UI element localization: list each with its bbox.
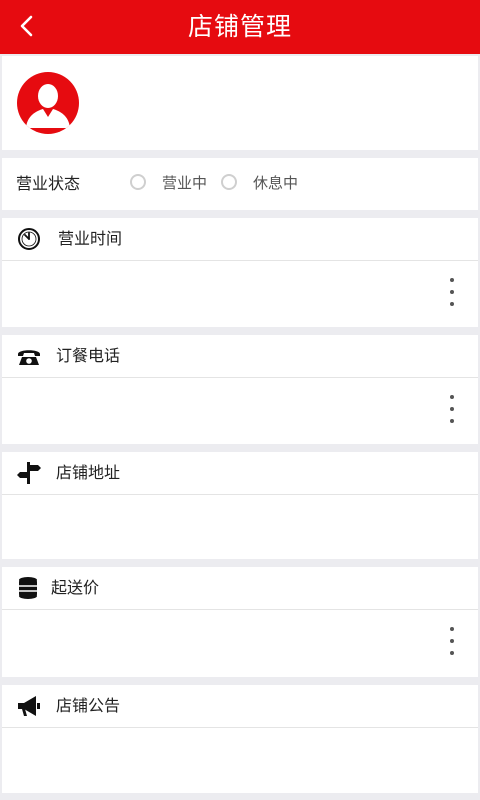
section-header: 订餐电话 (2, 335, 478, 378)
section-header: 起送价 (2, 567, 478, 610)
section-content[interactable] (2, 378, 478, 444)
radio-circle-icon (221, 174, 237, 190)
avatar[interactable] (17, 72, 79, 134)
section-title: 店铺地址 (56, 463, 121, 482)
section-title: 营业时间 (58, 229, 123, 248)
more-vertical-icon[interactable] (448, 395, 456, 427)
section-title: 店铺公告 (56, 696, 121, 715)
phone-icon (18, 350, 40, 365)
section-store-address: 店铺地址 (2, 452, 478, 559)
more-vertical-icon[interactable] (448, 627, 456, 659)
section-content[interactable] (2, 728, 478, 794)
section-min-order-price: 起送价 (2, 567, 478, 677)
section-content[interactable] (2, 495, 478, 561)
section-title: 订餐电话 (56, 346, 121, 365)
section-header: 店铺公告 (2, 685, 478, 728)
radio-circle-icon (130, 174, 146, 190)
coins-stack-icon (19, 577, 37, 599)
section-content[interactable] (2, 261, 478, 327)
section-content[interactable] (2, 610, 478, 676)
user-silhouette-icon (26, 84, 70, 128)
more-vertical-icon[interactable] (448, 278, 456, 310)
section-store-notice: 店铺公告 (2, 685, 478, 793)
section-header: 店铺地址 (2, 452, 478, 495)
section-header: 营业时间 (2, 218, 478, 261)
business-status-label: 营业状态 (16, 174, 81, 193)
section-business-hours: 营业时间 (2, 218, 478, 327)
avatar-card (2, 56, 478, 150)
signpost-icon (17, 462, 41, 484)
clock-icon (18, 228, 40, 250)
section-title: 起送价 (51, 578, 100, 597)
app-header: 店铺管理 (0, 0, 480, 54)
megaphone-icon (18, 696, 40, 716)
status-closed-label: 休息中 (253, 174, 299, 192)
section-order-phone: 订餐电话 (2, 335, 478, 444)
business-status-row: 营业状态 营业中 休息中 (2, 158, 478, 210)
status-open-label: 营业中 (162, 174, 208, 192)
page-title: 店铺管理 (187, 12, 292, 41)
